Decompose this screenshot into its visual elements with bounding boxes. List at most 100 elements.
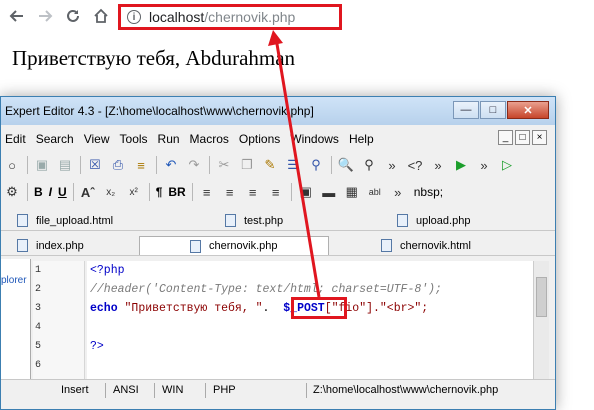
- menu-macros[interactable]: Macros: [186, 132, 235, 146]
- address-bar[interactable]: i localhost/chernovik.php: [118, 4, 342, 30]
- vertical-scrollbar[interactable]: [533, 261, 549, 379]
- redo-icon[interactable]: ↷: [183, 154, 205, 176]
- menu-run[interactable]: Run: [154, 132, 186, 146]
- maximize-button[interactable]: □: [480, 101, 506, 119]
- bold-button[interactable]: B: [34, 185, 43, 199]
- find-icon[interactable]: ⚲: [305, 154, 327, 176]
- file-icon: [381, 239, 392, 252]
- align-center-icon[interactable]: ≡: [219, 181, 241, 203]
- menu-help[interactable]: Help: [345, 132, 380, 146]
- code-editor[interactable]: <?php //header('Content-Type: text/html;…: [87, 261, 533, 379]
- menu-view[interactable]: View: [80, 132, 116, 146]
- code-line-1: <?php: [90, 264, 125, 277]
- menu-windows[interactable]: Windows: [286, 132, 345, 146]
- tab-upload[interactable]: upload.php: [397, 211, 470, 230]
- status-bar: Insert ANSI WIN PHP Z:\home\localhost\ww…: [1, 379, 555, 401]
- editor-window: Expert Editor 4.3 - [Z:\home\localhost\w…: [0, 96, 556, 410]
- save-all-icon[interactable]: ▤: [54, 154, 76, 176]
- toolbar-divider: [209, 156, 210, 174]
- underline-button[interactable]: U: [58, 185, 67, 199]
- more-chevron-icon-3[interactable]: »: [473, 154, 495, 176]
- window-icon[interactable]: ▣: [295, 181, 317, 203]
- tab-file-upload[interactable]: file_upload.html: [17, 211, 113, 230]
- editor-titlebar[interactable]: Expert Editor 4.3 - [Z:\home\localhost\w…: [1, 97, 555, 125]
- string-literal: "Приветствую тебя, ": [124, 302, 263, 315]
- replace-icon[interactable]: ⚲: [358, 154, 380, 176]
- menu-search[interactable]: Search: [32, 132, 80, 146]
- justify-icon[interactable]: ≡: [265, 181, 287, 203]
- reload-icon[interactable]: [62, 5, 84, 27]
- search-icon[interactable]: 🔍: [335, 154, 357, 176]
- paste-icon[interactable]: ✎: [259, 154, 281, 176]
- debug-icon[interactable]: ▷: [496, 154, 518, 176]
- cut-icon[interactable]: ✂: [213, 154, 235, 176]
- tab-label: chernovik.html: [400, 239, 471, 252]
- tab-chernovik-php[interactable]: chernovik.php: [139, 236, 329, 255]
- tab-index[interactable]: index.php: [17, 236, 84, 255]
- menu-options[interactable]: Options: [235, 132, 286, 146]
- mdi-restore-button[interactable]: □: [515, 130, 530, 145]
- font-size-icon[interactable]: Aˆ: [77, 181, 99, 203]
- close-button[interactable]: ✕: [507, 101, 549, 119]
- open-icon[interactable]: ○: [1, 154, 23, 176]
- tab-test[interactable]: test.php: [225, 211, 283, 230]
- paragraph-button[interactable]: ¶: [156, 185, 163, 199]
- close-file-icon[interactable]: ☒: [84, 154, 106, 176]
- line-number: 6: [35, 360, 42, 371]
- explorer-label: plorer: [1, 275, 27, 286]
- undo-icon[interactable]: ↶: [160, 154, 182, 176]
- status-divider: [306, 383, 307, 398]
- menu-tools[interactable]: Tools: [116, 132, 154, 146]
- more-chevron-icon-2[interactable]: »: [427, 154, 449, 176]
- back-arrow-icon[interactable]: [6, 5, 28, 27]
- line-break-button[interactable]: BR: [168, 185, 185, 199]
- superscript-icon[interactable]: x²: [123, 181, 145, 203]
- format-toolbar: ⚙ B I U Aˆ x₂ x² ¶ BR ≡ ≡ ≡ ≡ ▣ ▬ ▦ abl …: [1, 180, 555, 204]
- tab-chernovik-html[interactable]: chernovik.html: [381, 236, 471, 255]
- minimize-button[interactable]: —: [453, 101, 479, 119]
- explorer-panel[interactable]: plorer: [1, 259, 31, 379]
- image-icon[interactable]: ▦: [341, 181, 363, 203]
- more-chevron-icon-4[interactable]: »: [387, 181, 409, 203]
- save-icon[interactable]: ▣: [31, 154, 53, 176]
- page-greeting: Приветствую тебя, Abdurahman: [12, 46, 296, 70]
- tab-label: index.php: [36, 239, 84, 252]
- home-icon[interactable]: [90, 5, 112, 27]
- align-right-icon[interactable]: ≡: [242, 181, 264, 203]
- toolbar-divider: [148, 183, 150, 201]
- align-left-icon[interactable]: ≡: [196, 181, 218, 203]
- main-toolbar: ○ ▣ ▤ ☒ ⎙ ≡ ↶ ↷ ✂ ❐ ✎ ☰ ⚲ 🔍 ⚲ » <? » ▶ »…: [1, 153, 555, 177]
- tab-label: test.php: [244, 214, 284, 227]
- more-chevron-icon[interactable]: »: [381, 154, 403, 176]
- line-number: 4: [35, 322, 42, 333]
- toolbar-divider: [331, 156, 332, 174]
- line-number: 5: [35, 341, 42, 352]
- file-tabs-row-2: index.php chernovik.php chernovik.html: [1, 234, 555, 256]
- nbsp-button[interactable]: nbsp;: [414, 185, 443, 199]
- status-divider: [154, 383, 155, 398]
- copy-icon[interactable]: ❐: [236, 154, 258, 176]
- settings-icon[interactable]: ⚙: [1, 181, 23, 203]
- menu-edit[interactable]: Edit: [1, 132, 32, 146]
- toolbar-divider: [72, 183, 74, 201]
- forward-arrow-icon[interactable]: [34, 5, 56, 27]
- status-encoding: ANSI: [113, 384, 139, 396]
- status-mode: Insert: [61, 384, 89, 396]
- url-host: localhost: [149, 9, 205, 25]
- clipboard-icon[interactable]: ☰: [282, 154, 304, 176]
- mdi-close-button[interactable]: ×: [532, 130, 547, 145]
- status-path: Z:\home\localhost\www\chernovik.php: [313, 384, 499, 396]
- run-icon[interactable]: ▶: [450, 154, 472, 176]
- italic-button[interactable]: I: [49, 185, 52, 199]
- toolbar-divider: [290, 183, 292, 201]
- subscript-icon[interactable]: x₂: [100, 181, 122, 203]
- print-icon[interactable]: ⎙: [107, 154, 129, 176]
- info-icon[interactable]: i: [127, 10, 141, 24]
- properties-icon[interactable]: ≡: [130, 154, 152, 176]
- abbr-icon[interactable]: abl: [364, 181, 386, 203]
- menu-bar: Edit Search View Tools Run Macros Option…: [1, 129, 555, 149]
- tag-icon[interactable]: <?: [404, 154, 426, 176]
- scrollbar-thumb[interactable]: [536, 277, 547, 317]
- horizontal-rule-icon[interactable]: ▬: [318, 181, 340, 203]
- mdi-minimize-button[interactable]: _: [498, 130, 513, 145]
